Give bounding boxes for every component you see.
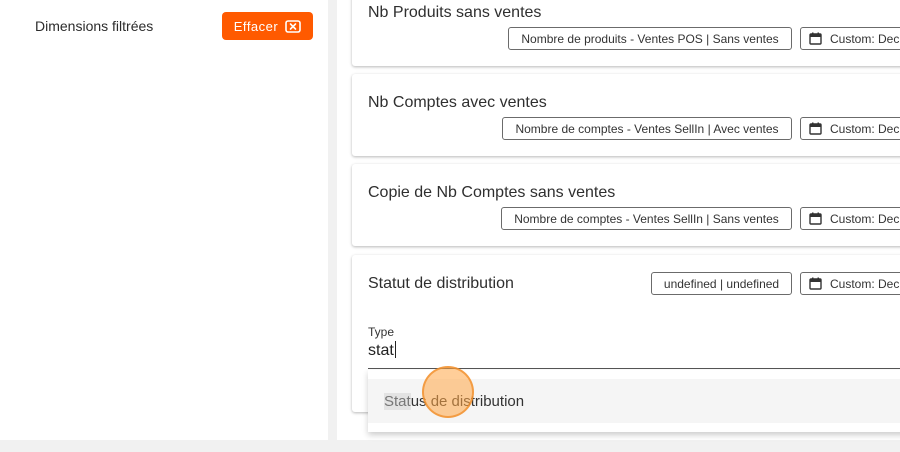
clear-filters-button[interactable]: Effacer xyxy=(222,12,313,40)
measure-tag[interactable]: Nombre de comptes - Ventes SellIn | Avec… xyxy=(502,117,792,140)
autocomplete-option[interactable]: Stat us de distribution xyxy=(368,379,900,423)
page: Dimensions filtrées Effacer Nb Produits … xyxy=(0,0,900,452)
option-rest-text: us de distribution xyxy=(410,392,525,410)
date-range-pill[interactable]: Custom: Dec xyxy=(800,27,900,50)
card-title: Nb Comptes avec ventes xyxy=(368,94,547,111)
calendar-icon xyxy=(809,122,822,135)
calendar-icon xyxy=(809,32,822,45)
date-range-label: Custom: Dec xyxy=(830,31,900,46)
filters-panel: Dimensions filtrées Effacer xyxy=(0,0,328,440)
card-title: Nb Produits sans ventes xyxy=(368,4,542,21)
date-range-label: Custom: Dec xyxy=(830,211,900,226)
card-title: Copie de Nb Comptes sans ventes xyxy=(368,184,616,201)
date-range-pill[interactable]: Custom: Dec xyxy=(800,272,900,295)
widget-card: Nb Comptes avec ventes Nombre de comptes… xyxy=(352,74,900,156)
measure-tag[interactable]: Nombre de comptes - Ventes SellIn | Sans… xyxy=(501,207,792,230)
widget-card: Nb Produits sans ventes Nombre de produi… xyxy=(352,0,900,66)
close-box-icon xyxy=(285,19,302,33)
measure-tag[interactable]: undefined | undefined xyxy=(651,272,792,295)
type-input[interactable]: stat xyxy=(368,341,900,369)
date-range-label: Custom: Dec xyxy=(830,121,900,136)
measure-tag[interactable]: Nombre de produits - Ventes POS | Sans v… xyxy=(508,27,792,50)
widget-card: Copie de Nb Comptes sans ventes Nombre d… xyxy=(352,164,900,246)
option-match-highlight: Stat xyxy=(384,392,411,410)
autocomplete-dropdown: Stat us de distribution xyxy=(368,370,900,432)
calendar-icon xyxy=(809,277,822,290)
date-range-label: Custom: Dec xyxy=(830,276,900,291)
date-range-pill[interactable]: Custom: Dec xyxy=(800,207,900,230)
date-range-pill[interactable]: Custom: Dec xyxy=(800,117,900,140)
calendar-icon xyxy=(809,212,822,225)
text-caret xyxy=(394,341,396,358)
type-field-label: Type xyxy=(368,325,395,339)
card-title: Statut de distribution xyxy=(368,275,514,292)
type-input-value: stat xyxy=(368,342,394,359)
clear-button-label: Effacer xyxy=(233,18,279,34)
filtered-dimensions-label: Dimensions filtrées xyxy=(35,18,154,34)
